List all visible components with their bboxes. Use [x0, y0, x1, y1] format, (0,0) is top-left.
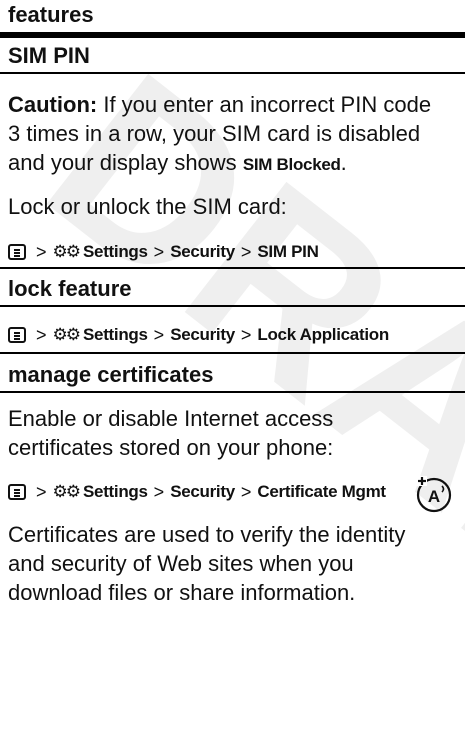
path-lock-application: Lock Application [257, 325, 389, 344]
path-separator: > [240, 325, 252, 345]
path-settings: Settings [83, 325, 148, 344]
settings-icon: ⚙⚙ [52, 325, 82, 344]
path-separator: > [153, 242, 165, 262]
divider [0, 305, 465, 307]
header-rule [0, 32, 465, 38]
divider [0, 391, 465, 393]
menu-key-icon [8, 327, 26, 343]
settings-icon: ⚙⚙ [52, 242, 82, 261]
caution-text-3: and your display shows [8, 150, 237, 175]
path-security: Security [170, 482, 235, 501]
network-feature-icon: A [416, 476, 452, 513]
lock-feature-title: lock feature [8, 276, 132, 301]
divider [0, 267, 465, 269]
path-settings: Settings [83, 482, 148, 501]
cert-note-2: and security of Web sites when you [8, 551, 354, 576]
lock-feature-path: > ⚙⚙ Settings > Security > Lock Applicat… [8, 322, 389, 348]
path-settings: Settings [83, 242, 148, 261]
path-separator: > [153, 482, 165, 502]
path-separator: > [240, 242, 252, 262]
cert-note-1: Certificates are used to verify the iden… [8, 522, 406, 547]
sim-blocked-text: SIM Blocked [242, 155, 341, 174]
sim-pin-path: > ⚙⚙ Settings > Security > SIM PIN [8, 239, 319, 265]
caution-line-1: Caution: If you enter an incorrect PIN c… [8, 90, 431, 119]
divider [0, 352, 465, 354]
caution-text-1: If you enter an incorrect PIN code [103, 92, 432, 117]
path-security: Security [170, 242, 235, 261]
path-sim-pin: SIM PIN [257, 242, 319, 261]
cert-desc-1: Enable or disable Internet access [8, 406, 334, 431]
cert-path: > ⚙⚙ Settings > Security > Certificate M… [8, 479, 386, 505]
section-header: features [8, 2, 94, 27]
caution-line-3: and your display shows SIM Blocked. [8, 148, 347, 179]
caution-text-2: 3 times in a row, your SIM card is disab… [8, 121, 421, 146]
caution-label: Caution: [8, 92, 98, 117]
lock-instruction: Lock or unlock the SIM card: [8, 194, 287, 219]
cert-desc-2: certificates stored on your phone: [8, 435, 334, 460]
path-security: Security [170, 325, 235, 344]
settings-icon: ⚙⚙ [52, 482, 82, 501]
sim-pin-title: SIM PIN [8, 43, 90, 68]
path-separator: > [240, 482, 252, 502]
path-separator: > [36, 325, 47, 345]
divider [0, 72, 465, 74]
path-separator: > [36, 242, 47, 262]
cert-note-3: download files or share information. [8, 580, 356, 605]
caution-period: . [340, 150, 347, 175]
menu-key-icon [8, 244, 26, 260]
svg-text:A: A [428, 487, 440, 506]
menu-key-icon [8, 484, 26, 500]
manage-certificates-title: manage certificates [8, 362, 214, 387]
path-certificate-mgmt: Certificate Mgmt [257, 482, 386, 501]
path-separator: > [153, 325, 165, 345]
path-separator: > [36, 482, 47, 502]
